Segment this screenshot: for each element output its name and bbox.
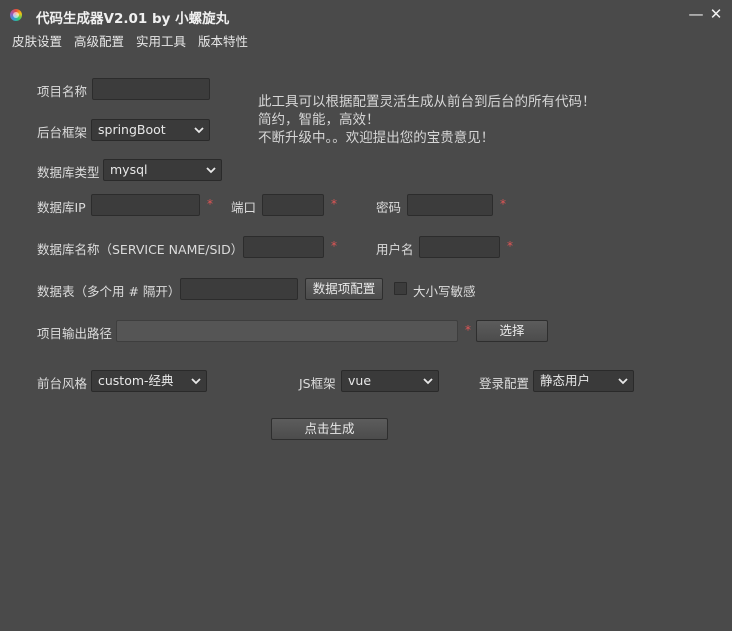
project-name-label: 项目名称 [37, 84, 88, 99]
db-type-value: mysql [110, 162, 148, 177]
menu-tools[interactable]: 实用工具 [136, 31, 186, 49]
tables-input[interactable] [180, 278, 298, 300]
case-sensitive-checkbox[interactable] [394, 282, 407, 295]
login-config-value: 静态用户 [540, 373, 591, 388]
db-type-label: 数据库类型 [37, 165, 100, 180]
chevron-down-icon [194, 127, 204, 134]
js-framework-label: JS框架 [299, 376, 336, 391]
output-path-input[interactable] [116, 320, 458, 342]
frontend-style-value: custom-经典 [98, 373, 174, 388]
info-text: 此工具可以根据配置灵活生成从前台到后台的所有代码！ 简约，智能，高效！ 不断升级… [258, 93, 596, 147]
chevron-down-icon [618, 378, 628, 385]
menu-bar: 皮肤设置 高级配置 实用工具 版本特性 [12, 31, 248, 49]
generate-button[interactable]: 点击生成 [271, 418, 388, 440]
js-framework-value: vue [348, 373, 372, 388]
db-name-label: 数据库名称（SERVICE NAME/SID） [37, 242, 244, 257]
password-input[interactable] [407, 194, 493, 216]
db-type-select[interactable]: mysql [103, 159, 222, 181]
frontend-style-label: 前台风格 [37, 376, 88, 391]
login-config-label: 登录配置 [479, 376, 530, 391]
close-button[interactable]: ✕ [708, 6, 724, 22]
info-line: 简约，智能，高效！ [258, 112, 380, 128]
port-input[interactable] [262, 194, 324, 216]
menu-version-features[interactable]: 版本特性 [198, 31, 248, 49]
js-framework-select[interactable]: vue [341, 370, 439, 392]
required-mark: * [331, 239, 337, 253]
required-mark: * [207, 197, 213, 211]
chevron-down-icon [423, 378, 433, 385]
required-mark: * [500, 197, 506, 211]
output-path-label: 项目输出路径 [37, 326, 113, 341]
app-logo-icon [10, 9, 22, 21]
db-name-input[interactable] [243, 236, 324, 258]
username-input[interactable] [419, 236, 500, 258]
minimize-button[interactable]: — [688, 6, 704, 22]
required-mark: * [331, 197, 337, 211]
info-line: 不断升级中。。欢迎提出您的宝贵意见！ [258, 130, 495, 146]
info-line: 此工具可以根据配置灵活生成从前台到后台的所有代码！ [258, 94, 596, 110]
db-ip-input[interactable] [91, 194, 200, 216]
menu-skin-settings[interactable]: 皮肤设置 [12, 31, 62, 49]
case-sensitive-label: 大小写敏感 [413, 284, 476, 299]
db-ip-label: 数据库IP [37, 200, 86, 215]
chevron-down-icon [206, 167, 216, 174]
password-label: 密码 [376, 200, 402, 215]
table-config-button[interactable]: 数据项配置 [305, 278, 383, 300]
frontend-style-select[interactable]: custom-经典 [91, 370, 207, 392]
backend-framework-label: 后台框架 [37, 125, 88, 140]
port-label: 端口 [231, 200, 257, 215]
username-label: 用户名 [376, 242, 414, 257]
window-title: 代码生成器V2.01 by 小螺旋丸 [36, 11, 230, 27]
chevron-down-icon [191, 378, 201, 385]
menu-advanced-config[interactable]: 高级配置 [74, 31, 124, 49]
backend-framework-select[interactable]: springBoot [91, 119, 210, 141]
login-config-select[interactable]: 静态用户 [533, 370, 634, 392]
backend-framework-value: springBoot [98, 122, 166, 137]
project-name-input[interactable] [92, 78, 210, 100]
choose-path-button[interactable]: 选择 [476, 320, 548, 342]
required-mark: * [507, 239, 513, 253]
title-bar: 代码生成器V2.01 by 小螺旋丸 — ✕ [0, 0, 732, 30]
tables-label: 数据表（多个用 # 隔开） [37, 284, 181, 299]
required-mark: * [465, 323, 471, 337]
